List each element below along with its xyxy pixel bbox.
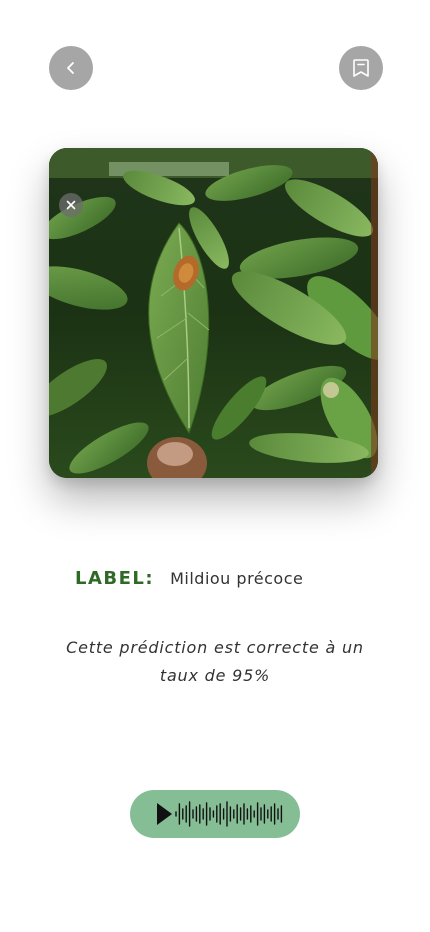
prediction-confidence-text: Cette prédiction est correcte à un taux … bbox=[66, 638, 364, 685]
audio-player-button[interactable] bbox=[130, 790, 300, 838]
bookmark-icon bbox=[353, 59, 369, 77]
close-icon bbox=[66, 200, 76, 210]
play-icon bbox=[157, 803, 172, 825]
close-photo-button[interactable] bbox=[59, 193, 83, 217]
plant-photo-image bbox=[49, 148, 378, 478]
waveform-icon bbox=[175, 801, 283, 827]
label-row: LABEL: Mildiou précoce bbox=[75, 568, 303, 589]
chevron-left-icon bbox=[67, 62, 74, 74]
back-button[interactable] bbox=[49, 46, 93, 90]
label-value: Mildiou précoce bbox=[170, 569, 304, 588]
bookmark-button[interactable] bbox=[339, 46, 383, 90]
label-key: LABEL: bbox=[75, 568, 155, 589]
plant-photo bbox=[49, 148, 378, 478]
